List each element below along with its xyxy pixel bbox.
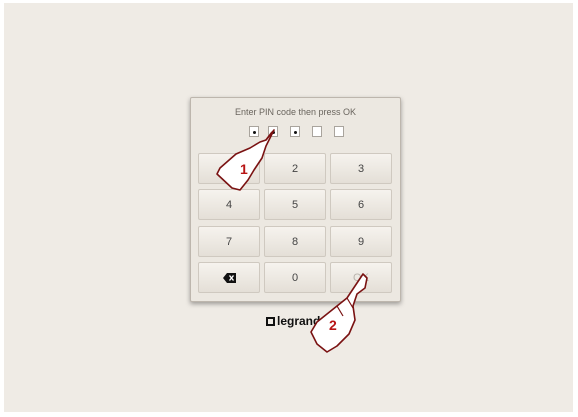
pointing-hand-icon: 2	[310, 273, 368, 353]
pin-digit-3	[290, 126, 300, 137]
key-7[interactable]: 7	[198, 226, 260, 257]
key-label: 5	[291, 198, 299, 211]
key-label: 6	[357, 198, 365, 211]
pin-dot	[294, 131, 297, 134]
legrand-logo-mark	[266, 316, 275, 326]
key-9[interactable]: 9	[330, 226, 392, 257]
key-label: 4	[225, 198, 233, 211]
key-3[interactable]: 3	[330, 153, 392, 184]
key-label: 7	[225, 235, 233, 248]
key-label: 3	[357, 162, 365, 175]
pin-digit-4	[312, 126, 322, 137]
key-6[interactable]: 6	[330, 189, 392, 220]
step-2-label: 2	[329, 317, 337, 333]
pointing-hand-icon: 1	[216, 129, 275, 191]
key-label: 2	[291, 162, 299, 175]
backspace-icon	[222, 272, 236, 283]
pin-digit-5	[334, 126, 344, 137]
backspace-button[interactable]	[198, 262, 260, 293]
pin-prompt: Enter PIN code then press OK	[234, 107, 357, 117]
key-label: 0	[291, 271, 299, 284]
key-8[interactable]: 8	[264, 226, 326, 257]
step-1-label: 1	[240, 161, 248, 177]
key-label: 8	[291, 235, 299, 248]
key-label: 9	[357, 235, 365, 248]
